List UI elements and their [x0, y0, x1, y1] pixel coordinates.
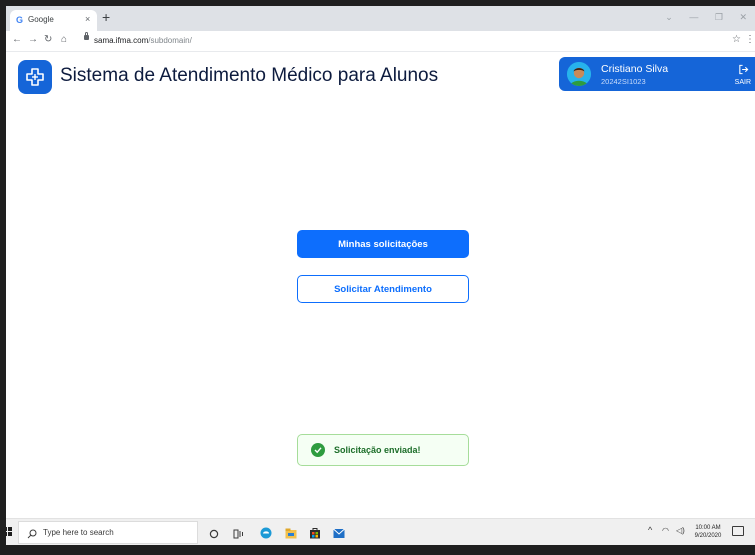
maximize-icon[interactable]: ❐ — [715, 12, 723, 22]
menu-icon[interactable]: ⋮ — [745, 34, 755, 45]
cortana-icon[interactable] — [209, 526, 219, 544]
success-toast: Solicitação enviada! — [297, 434, 469, 466]
logout-icon[interactable] — [738, 62, 749, 80]
medical-cross-icon — [18, 60, 52, 94]
window-controls: ⌄ — ❐ ✕ — [651, 12, 747, 23]
check-circle-icon — [311, 443, 325, 457]
avatar — [567, 62, 591, 86]
lock-icon[interactable] — [84, 32, 89, 40]
url-path: /subdomain/ — [148, 36, 192, 45]
address-bar: ← → ↻ ⌂ sama.ifma.com/subdomain/ ☆ ⋮ — [6, 31, 755, 52]
url-host: sama.ifma.com — [94, 36, 149, 45]
browser-tabstrip: G Google × + ⌄ — ❐ ✕ — [6, 6, 755, 31]
store-icon[interactable] — [309, 526, 321, 544]
taskbar: Type here to search ^ ◠ ◁) 10:00 AM 9/20… — [6, 518, 755, 545]
search-icon — [27, 526, 37, 544]
url-field[interactable]: sama.ifma.com/subdomain/ — [94, 36, 192, 45]
taskbar-search[interactable]: Type here to search — [18, 521, 198, 544]
page-title: Sistema de Atendimento Médico para Aluno… — [60, 65, 439, 86]
my-requests-button[interactable]: Minhas solicitações — [297, 230, 469, 258]
google-favicon-icon: G — [16, 15, 24, 25]
reload-icon[interactable]: ↻ — [44, 34, 52, 45]
mail-icon[interactable] — [333, 526, 345, 544]
clock-date: 9/20/2020 — [694, 533, 722, 539]
forward-icon[interactable]: → — [28, 34, 38, 45]
chevron-down-icon[interactable]: ⌄ — [665, 12, 673, 22]
search-placeholder: Type here to search — [43, 528, 114, 537]
screen: G Google × + ⌄ — ❐ ✕ ← → ↻ ⌂ sama.ifma.c… — [6, 6, 755, 545]
network-icon[interactable]: ◠ — [662, 526, 669, 535]
user-name: Cristiano Silva — [601, 63, 669, 75]
task-view-icon[interactable] — [233, 526, 244, 544]
tab-close-icon[interactable]: × — [85, 14, 90, 24]
windows-start-icon[interactable] — [6, 527, 13, 537]
user-card: Cristiano Silva 20242SI1023 SAIR — [559, 57, 755, 91]
back-icon[interactable]: ← — [12, 34, 22, 45]
minimize-icon[interactable]: — — [689, 12, 698, 22]
user-id: 20242SI1023 — [601, 77, 646, 86]
notification-icon[interactable] — [732, 526, 744, 536]
taskbar-clock[interactable]: 10:00 AM 9/20/2020 — [691, 524, 725, 540]
clock-time: 10:00 AM — [695, 525, 721, 531]
tray-chevron-up-icon[interactable]: ^ — [648, 525, 652, 535]
star-icon[interactable]: ☆ — [732, 34, 741, 45]
toast-message: Solicitação enviada! — [334, 445, 421, 455]
volume-icon[interactable]: ◁) — [676, 526, 685, 535]
logout-button[interactable]: SAIR — [735, 79, 751, 86]
new-tab-button[interactable]: + — [102, 9, 110, 25]
close-window-icon[interactable]: ✕ — [739, 12, 747, 22]
file-explorer-icon[interactable] — [285, 526, 297, 544]
edge-icon[interactable] — [260, 526, 272, 544]
home-icon[interactable]: ⌂ — [61, 34, 67, 45]
request-appointment-button[interactable]: Solicitar Atendimento — [297, 275, 469, 303]
browser-tab[interactable]: G Google × — [10, 10, 97, 31]
tab-title: Google — [28, 15, 54, 24]
